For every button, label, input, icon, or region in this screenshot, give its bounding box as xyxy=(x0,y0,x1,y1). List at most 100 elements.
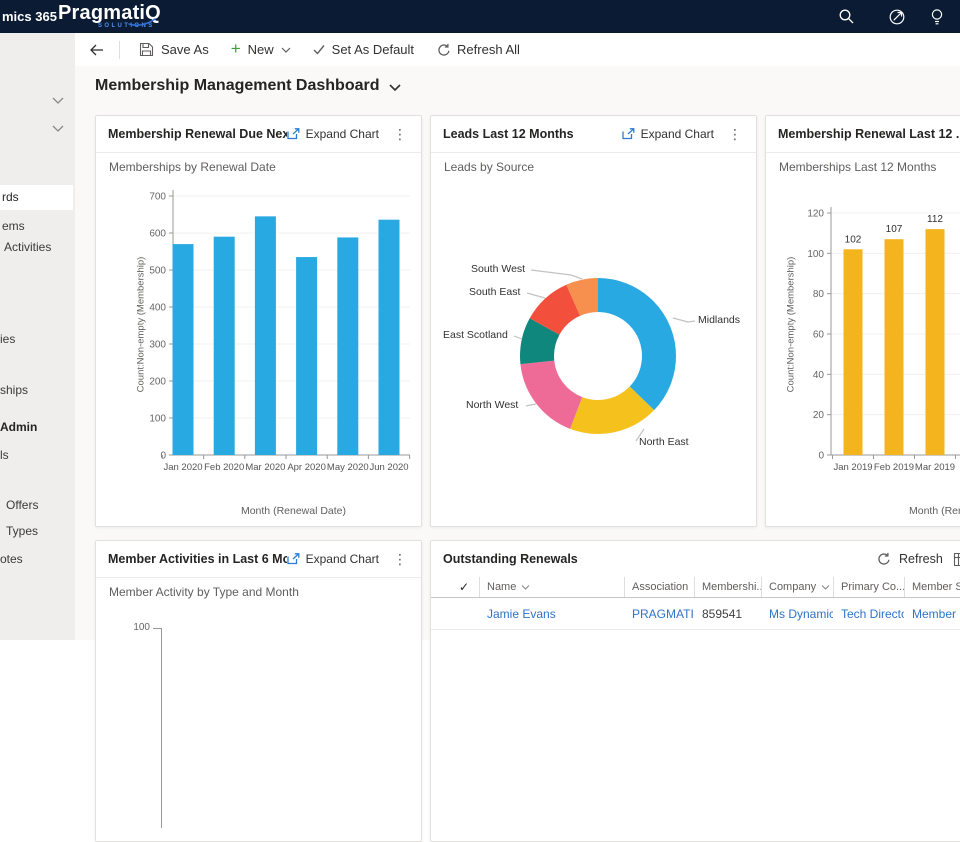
donut-label-north-west: North West xyxy=(466,399,518,411)
expand-chart-icon xyxy=(287,128,300,140)
chevron-down-icon[interactable] xyxy=(52,125,64,132)
page-title: Membership Management Dashboard xyxy=(95,77,380,95)
svg-text:100: 100 xyxy=(149,414,166,425)
expand-chart-button[interactable]: Expand Chart xyxy=(622,127,714,141)
sidebar-item-dashboards-selected[interactable]: rds xyxy=(0,185,73,210)
svg-text:May 2020: May 2020 xyxy=(327,462,369,473)
save-as-button[interactable]: Save As xyxy=(128,33,220,66)
svg-text:Mar 2019: Mar 2019 xyxy=(915,462,955,473)
svg-text:20: 20 xyxy=(813,410,825,421)
donut-label-south-east: South East xyxy=(469,286,520,298)
plus-icon: + xyxy=(231,40,241,57)
chart-subtitle: Memberships by Renewal Date xyxy=(109,160,276,174)
card-title: Membership Renewal Last 12 ... xyxy=(778,127,960,141)
chart-subtitle: Leads by Source xyxy=(444,160,534,174)
search-icon[interactable] xyxy=(838,8,856,26)
more-options-icon[interactable]: ⋮ xyxy=(726,126,744,143)
more-options-icon[interactable]: ⋮ xyxy=(391,551,409,568)
svg-text:Jan 2019: Jan 2019 xyxy=(833,462,872,473)
column-header-name[interactable]: Name xyxy=(479,577,624,597)
svg-text:0: 0 xyxy=(160,451,166,462)
svg-text:60: 60 xyxy=(813,330,825,341)
column-header-membership[interactable]: Membershi... xyxy=(694,577,761,597)
table-row[interactable]: Jamie Evans PRAGMATIQ 859541 Ms Dynamics… xyxy=(431,598,960,630)
chart-subtitle: Memberships Last 12 Months xyxy=(779,160,936,174)
donut-label-east-scotland: East Scotland xyxy=(443,329,508,341)
svg-text:100: 100 xyxy=(807,249,824,260)
select-all-checkmark[interactable]: ✓ xyxy=(449,577,479,597)
table-header-row: ✓ Name Association Membershi... Company … xyxy=(431,577,960,598)
card-title: Leads Last 12 Months xyxy=(443,127,622,141)
back-button[interactable] xyxy=(83,39,111,61)
svg-text:Jan 2020: Jan 2020 xyxy=(163,462,202,473)
sidebar-group-header-admin: Admin xyxy=(0,420,37,434)
sidebar-item[interactable]: Activities xyxy=(4,240,51,254)
card-membership-renewal-due: Membership Renewal Due Next ... Expand C… xyxy=(95,115,422,527)
record-link-primary-contact[interactable]: Tech Director xyxy=(841,607,904,621)
top-nav-bar: mics 365 PragmatiQ SOLUTIONS xyxy=(0,0,960,33)
sidebar-item[interactable]: ships xyxy=(0,383,28,397)
svg-text:80: 80 xyxy=(813,289,825,300)
refresh-button[interactable]: Refresh xyxy=(876,541,943,577)
svg-text:0: 0 xyxy=(818,451,824,462)
card-member-activities: Member Activities in Last 6 Mon... Expan… xyxy=(95,540,422,842)
leads-by-source-donut-chart xyxy=(431,186,756,516)
lightbulb-icon[interactable] xyxy=(930,8,948,26)
svg-text:112: 112 xyxy=(927,214,943,225)
y-axis-line xyxy=(161,628,162,828)
column-header-association[interactable]: Association xyxy=(624,577,694,597)
chevron-down-icon[interactable] xyxy=(52,97,64,104)
refresh-icon xyxy=(876,552,890,566)
x-axis-label: Month (Renewal Date) xyxy=(909,505,960,517)
dashboard-content: Membership Management Dashboard Membersh… xyxy=(75,66,960,640)
svg-text:Jun 2020: Jun 2020 xyxy=(369,462,408,473)
column-header-member-status[interactable]: Member St... xyxy=(904,577,960,597)
sidebar-item[interactable]: Types xyxy=(6,524,38,538)
y-axis-tick-100: 100 xyxy=(126,622,150,633)
cell-member-status[interactable]: Member xyxy=(912,607,956,621)
record-link-company[interactable]: Ms Dynamics xyxy=(769,607,833,621)
more-options-icon[interactable]: ⋮ xyxy=(391,126,409,143)
refresh-all-button[interactable]: Refresh All xyxy=(425,33,531,66)
sidebar-item[interactable]: ies xyxy=(0,332,15,346)
svg-text:Feb 2020: Feb 2020 xyxy=(204,462,244,473)
column-header-primary-contact[interactable]: Primary Co... xyxy=(833,577,904,597)
sidebar-item[interactable]: otes xyxy=(0,552,23,566)
expand-chart-button[interactable]: Expand Chart xyxy=(287,552,379,566)
chevron-down-icon xyxy=(281,47,291,53)
svg-text:120: 120 xyxy=(807,209,824,220)
card-outstanding-renewals: Outstanding Renewals Refresh ✓ Name Asso… xyxy=(430,540,960,842)
set-as-default-button[interactable]: Set As Default xyxy=(302,33,425,66)
compass-icon[interactable] xyxy=(888,8,906,26)
sidebar-item[interactable]: Offers xyxy=(6,498,38,512)
record-link-association[interactable]: PRAGMATIQ xyxy=(632,607,694,621)
column-header-company[interactable]: Company xyxy=(761,577,833,597)
donut-label-north-east: North East xyxy=(639,436,689,448)
svg-text:600: 600 xyxy=(149,229,166,240)
new-button[interactable]: + New xyxy=(220,33,302,66)
card-title: Membership Renewal Due Next ... xyxy=(108,127,287,141)
record-link-name[interactable]: Jamie Evans xyxy=(487,607,556,621)
card-leads-last-12-months: Leads Last 12 Months Expand Chart ⋮ Lead… xyxy=(430,115,757,527)
card-membership-renewal-last-12: Membership Renewal Last 12 ... Membershi… xyxy=(765,115,960,527)
svg-text:40: 40 xyxy=(813,370,825,381)
expand-chart-button[interactable]: Expand Chart xyxy=(287,127,379,141)
grid-view-icon[interactable] xyxy=(953,552,960,572)
chevron-down-icon xyxy=(389,84,401,91)
logo-swoosh xyxy=(128,18,156,27)
check-icon xyxy=(313,44,325,55)
svg-text:700: 700 xyxy=(149,192,166,203)
sidebar-item[interactable]: ems xyxy=(2,219,25,233)
card-title: Member Activities in Last 6 Mon... xyxy=(108,552,287,566)
expand-chart-icon xyxy=(622,128,635,140)
sidebar-item[interactable]: ls xyxy=(0,448,9,462)
svg-text:300: 300 xyxy=(149,340,166,351)
cell-membership-number: 859541 xyxy=(702,607,742,621)
chevron-down-icon xyxy=(821,585,830,590)
dashboard-selector[interactable]: Membership Management Dashboard xyxy=(95,77,401,95)
y-axis-label: Count:Non-empty (Membership) xyxy=(136,240,147,410)
command-bar: Save As + New Set As Default Refresh All xyxy=(75,33,960,67)
x-axis-label: Month (Renewal Date) xyxy=(166,505,421,517)
divider xyxy=(119,41,120,59)
donut-label-midlands: Midlands xyxy=(698,314,740,326)
